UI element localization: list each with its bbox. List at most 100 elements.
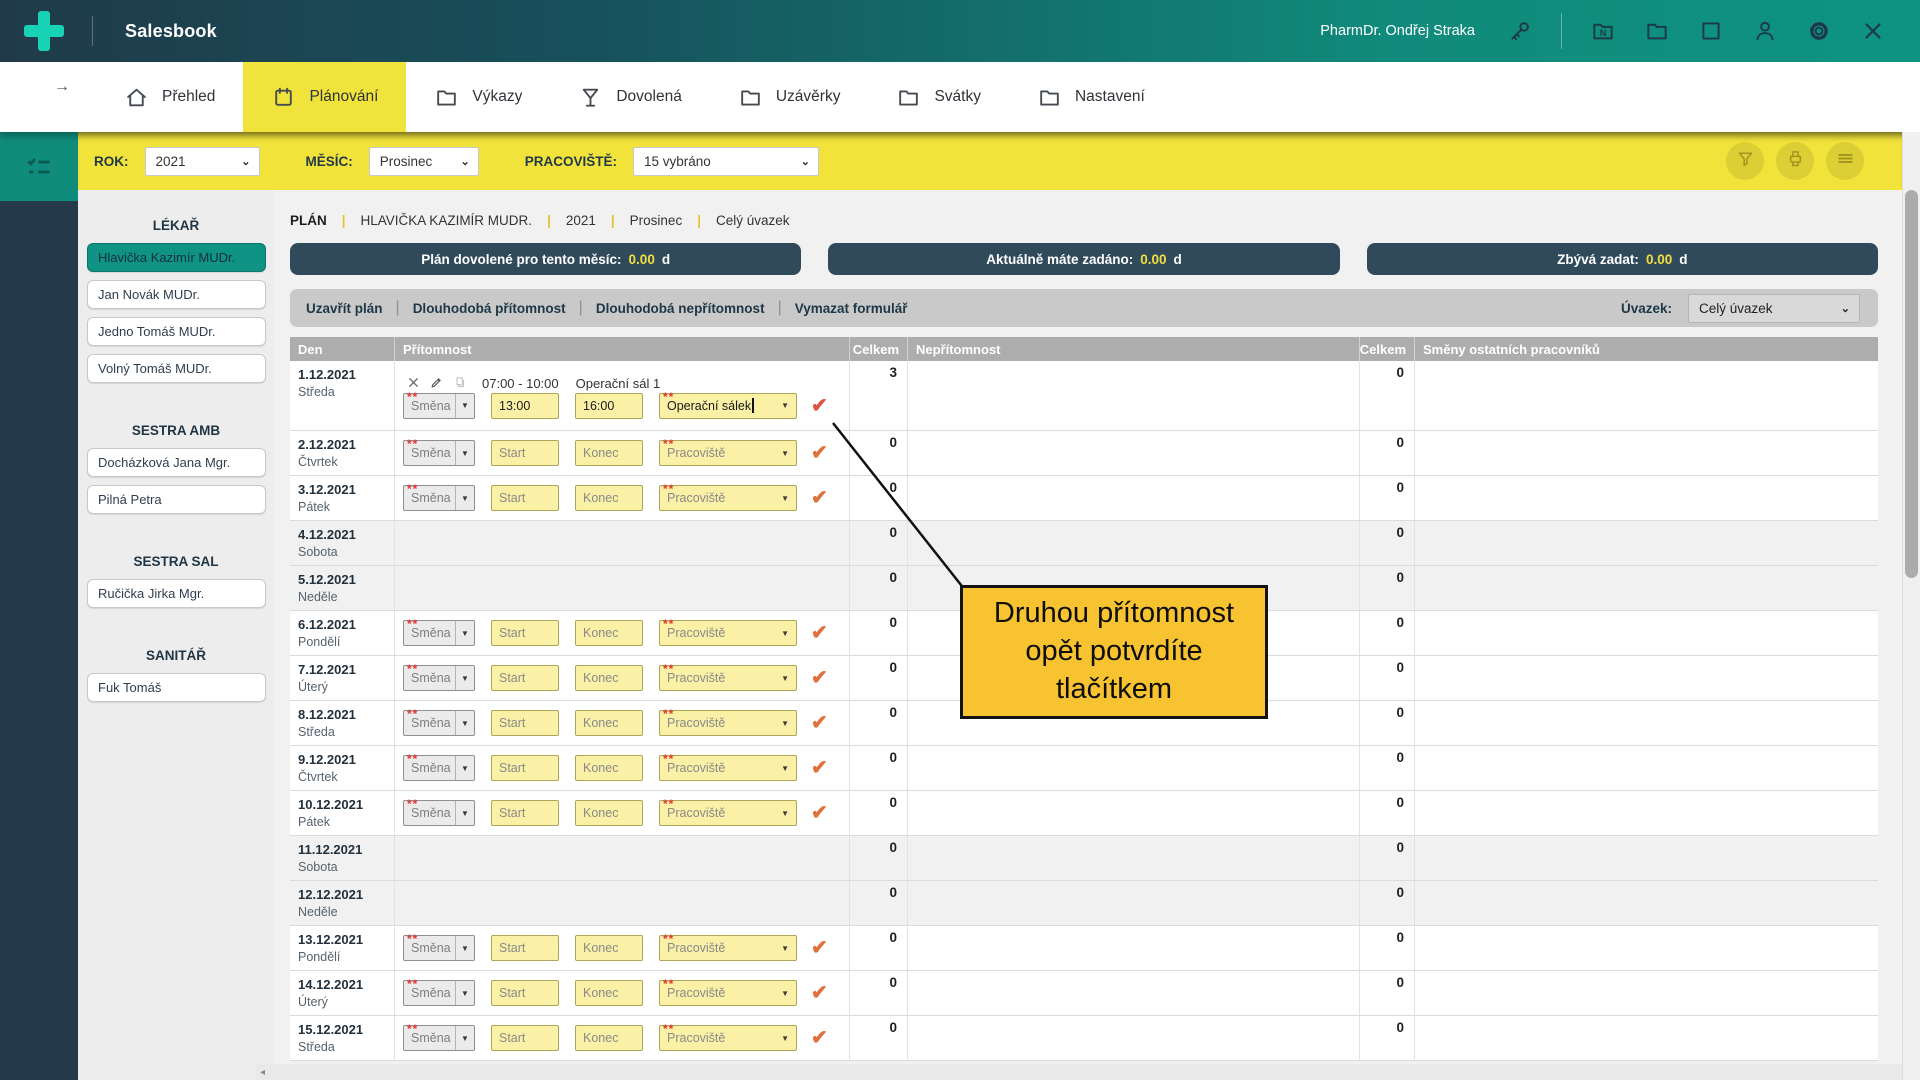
confirm-check-button[interactable]: ✔ [811,1028,828,1048]
konec-input[interactable]: Konec [575,935,643,961]
folder-icon[interactable] [1644,18,1670,44]
konec-input[interactable]: Konec [575,485,643,511]
pracoviste-select[interactable]: Pracoviště ▼ [659,707,797,736]
start-input[interactable]: Start [491,755,559,781]
key-icon[interactable] [1507,18,1533,44]
toolbar-action[interactable]: Dlouhodobá nepřítomnost [596,301,765,316]
tab-dovolená[interactable]: Dovolená [550,62,710,132]
checklist-menu-button[interactable] [0,132,78,201]
konec-input[interactable]: Konec [575,620,643,646]
tab-uzávěrky[interactable]: Uzávěrky [710,62,869,132]
smena-select[interactable]: Směna ▼ [403,662,475,691]
sidebar-item-staff[interactable]: Docházková Jana Mgr. [87,448,266,477]
start-input[interactable]: Start [491,980,559,1006]
smena-select[interactable]: Směna ▼ [403,437,475,466]
confirm-check-button[interactable]: ✔ [811,938,828,958]
smena-select[interactable]: Směna ▼ [403,752,475,781]
start-input[interactable]: 13:00 [491,392,559,419]
folder-n-icon[interactable]: N [1590,18,1616,44]
celkem-pritomnost-value: 0 [850,971,908,1015]
konec-input[interactable]: Konec [575,755,643,781]
confirm-check-button[interactable]: ✔ [811,488,828,508]
tab-plánování[interactable]: Plánování [243,62,407,132]
sidebar-item-staff[interactable]: Jan Novák MUDr. [87,280,266,309]
toolbar-action[interactable]: Uzavřít plán [306,301,383,316]
konec-input[interactable]: Konec [575,665,643,691]
smena-select[interactable]: Směna ▼ [403,797,475,826]
close-icon[interactable] [1860,18,1886,44]
mesic-select[interactable]: Prosinec ⌄ [368,146,479,176]
vertical-scrollbar[interactable] [1902,132,1920,1080]
tab-svátky[interactable]: Svátky [868,62,1009,132]
start-input[interactable]: Start [491,800,559,826]
start-input[interactable]: Start [491,665,559,691]
pracoviste-select[interactable]: Pracoviště ▼ [659,752,797,781]
pracoviste-select[interactable]: Operační sálek ▼ [659,390,797,419]
window-icon[interactable] [1698,18,1724,44]
confirm-check-button[interactable]: ✔ [811,443,828,463]
print-button[interactable] [1776,142,1814,180]
pracoviste-select[interactable]: Pracoviště ▼ [659,437,797,466]
rok-select[interactable]: 2021 ⌄ [144,146,260,176]
konec-input[interactable]: 16:00 [575,392,643,419]
smena-select[interactable]: Směna ▼ [403,482,475,511]
horizontal-scrollbar[interactable]: ◂ [256,1064,1902,1080]
pracoviste-select[interactable]: 15 vybráno ⌄ [633,146,820,176]
sidebar-item-staff[interactable]: Fuk Tomáš [87,673,266,702]
toolbar-action[interactable]: Vymazat formulář [795,301,908,316]
konec-input[interactable]: Konec [575,1025,643,1051]
gear-icon[interactable] [1806,18,1832,44]
start-input[interactable]: Start [491,710,559,736]
arrow-right-icon[interactable]: → [54,78,70,96]
confirm-check-button[interactable]: ✔ [811,668,828,688]
existing-entry: 07:00 - 10:00 Operační sál 1 [395,376,849,392]
confirm-check-button[interactable]: ✔ [811,758,828,778]
dropdown-arrow-icon: ▼ [455,441,474,465]
confirm-check-button[interactable]: ✔ [811,623,828,643]
pracoviste-select[interactable]: Pracoviště ▼ [659,482,797,511]
pracoviste-select[interactable]: Pracoviště ▼ [659,797,797,826]
smena-select[interactable]: Směna ▼ [403,390,475,419]
smena-select[interactable]: Směna ▼ [403,617,475,646]
confirm-check-button[interactable]: ✔ [811,803,828,823]
start-input[interactable]: Start [491,485,559,511]
pracoviste-select[interactable]: Pracoviště ▼ [659,932,797,961]
confirm-check-button[interactable]: ✔ [811,713,828,733]
pracoviste-select[interactable]: Pracoviště ▼ [659,1022,797,1051]
pracoviste-select[interactable]: Pracoviště ▼ [659,662,797,691]
filter-button[interactable] [1726,142,1764,180]
sidebar-item-staff[interactable]: Hlavička Kazimír MUDr. [87,243,266,272]
vertical-scrollbar-thumb[interactable] [1905,190,1918,578]
edit-entry-icon[interactable] [428,376,444,392]
toolbar-action[interactable]: Dlouhodobá přítomnost [413,301,566,316]
konec-input[interactable]: Konec [575,710,643,736]
confirm-check-button[interactable]: ✔ [811,983,828,1003]
start-input[interactable]: Start [491,620,559,646]
konec-input[interactable]: Konec [575,440,643,466]
tab-přehled[interactable]: Přehled [96,62,243,132]
copy-entry-icon[interactable] [451,376,467,392]
start-input[interactable]: Start [491,1025,559,1051]
celkem-nepritomnost-value: 0 [1360,791,1415,835]
menu-button[interactable] [1826,142,1864,180]
smena-select[interactable]: Směna ▼ [403,1022,475,1051]
sidebar-item-staff[interactable]: Jedno Tomáš MUDr. [87,317,266,346]
start-input[interactable]: Start [491,440,559,466]
smena-select[interactable]: Směna ▼ [403,707,475,736]
pracoviste-select[interactable]: Pracoviště ▼ [659,617,797,646]
tab-nastavení[interactable]: Nastavení [1009,62,1173,132]
uvazek-select[interactable]: Celý úvazek ⌄ [1688,293,1860,323]
tab-výkazy[interactable]: Výkazy [406,62,550,132]
start-input[interactable]: Start [491,935,559,961]
scroll-left-icon[interactable]: ◂ [256,1067,265,1078]
user-icon[interactable] [1752,18,1778,44]
sidebar-item-staff[interactable]: Pilná Petra [87,485,266,514]
konec-input[interactable]: Konec [575,800,643,826]
smena-select[interactable]: Směna ▼ [403,932,475,961]
sidebar-item-staff[interactable]: Ručička Jirka Mgr. [87,579,266,608]
confirm-check-button[interactable]: ✔ [811,396,828,416]
smena-select[interactable]: Směna ▼ [403,977,475,1006]
sidebar-item-staff[interactable]: Volný Tomáš MUDr. [87,354,266,383]
pracoviste-select[interactable]: Pracoviště ▼ [659,977,797,1006]
konec-input[interactable]: Konec [575,980,643,1006]
